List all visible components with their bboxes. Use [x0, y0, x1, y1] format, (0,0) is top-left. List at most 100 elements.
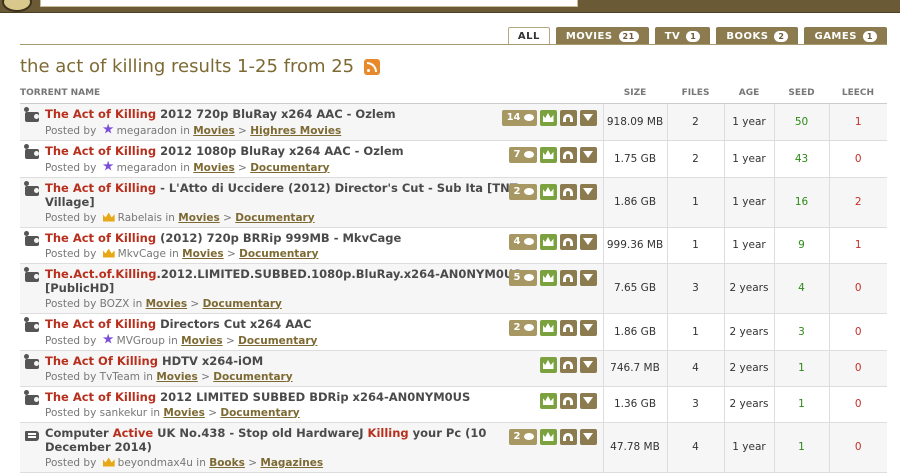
magnet-button[interactable] — [559, 319, 577, 336]
uploader-name[interactable]: TvTeam — [100, 371, 140, 383]
torrent-title-link[interactable]: The Act of Killing 2012 LIMITED SUBBED B… — [45, 390, 525, 404]
download-button[interactable] — [579, 392, 597, 409]
category-link[interactable]: Movies — [181, 335, 222, 347]
col-torrent-name[interactable]: TORRENT NAME — [20, 84, 603, 104]
comments-button[interactable]: 7 — [508, 146, 537, 163]
category-link[interactable]: Movies — [193, 125, 234, 137]
subcategory-link[interactable]: Documentary — [239, 248, 318, 260]
verified-button[interactable] — [539, 319, 557, 336]
seed-cell: 3 — [773, 313, 829, 351]
download-button[interactable] — [579, 233, 597, 250]
subcategory-link[interactable]: Documentary — [203, 298, 282, 310]
torrent-title-link[interactable]: The Act of Killing - L'Atto di Uccidere … — [45, 181, 525, 209]
category-link[interactable]: Books — [209, 457, 245, 469]
magnet-button[interactable] — [559, 428, 577, 445]
tab-tv[interactable]: TV 1 — [654, 27, 711, 45]
comments-button[interactable]: 2 — [508, 319, 537, 336]
torrent-title-link[interactable]: The Act of Killing 2012 1080p BluRay x26… — [45, 144, 525, 158]
files-cell: 3 — [666, 263, 724, 314]
search-input[interactable] — [40, 0, 578, 7]
uploader-name[interactable]: beyondmax4u — [118, 457, 193, 469]
magnet-icon — [563, 187, 573, 196]
download-button[interactable] — [579, 428, 597, 445]
crown-icon — [542, 273, 554, 282]
tab-all[interactable]: ALL — [507, 27, 550, 45]
site-logo[interactable] — [2, 0, 32, 12]
subcategory-link[interactable]: Documentary — [213, 371, 292, 383]
verified-button[interactable] — [539, 356, 557, 373]
comments-button[interactable]: 2 — [508, 428, 537, 445]
magnet-button[interactable] — [559, 392, 577, 409]
magnet-button[interactable] — [559, 356, 577, 373]
magnet-button[interactable] — [559, 109, 577, 126]
subcategory-link[interactable]: Documentary — [235, 212, 314, 224]
download-button[interactable] — [579, 319, 597, 336]
tab-movies[interactable]: MOVIES 21 — [555, 27, 649, 45]
size-cell: 1.75 GB — [602, 140, 667, 178]
uploader-name[interactable]: megaradon — [117, 162, 177, 174]
torrent-title-link[interactable]: The Act of Killing 2012 720p BluRay x264… — [45, 107, 525, 121]
magnet-icon — [563, 237, 573, 246]
uploader-name[interactable]: MkvCage — [118, 248, 166, 260]
leech-cell: 0 — [828, 350, 887, 387]
download-button[interactable] — [579, 356, 597, 373]
torrent-title-link[interactable]: The Act of Killing Directors Cut x264 AA… — [45, 317, 525, 331]
verified-button[interactable] — [539, 269, 557, 286]
magnet-button[interactable] — [559, 269, 577, 286]
category-link[interactable]: Movies — [156, 371, 197, 383]
col-seed[interactable]: SEED — [774, 84, 829, 104]
comments-button[interactable]: 14 — [501, 109, 537, 126]
uploader-name[interactable]: MVGroup — [117, 335, 165, 347]
uploader-name[interactable]: megaradon — [117, 125, 177, 137]
download-button[interactable] — [579, 183, 597, 200]
comment-count: 2 — [513, 186, 521, 197]
col-size[interactable]: SIZE — [603, 84, 667, 104]
verified-button[interactable] — [539, 109, 557, 126]
comments-button[interactable]: 4 — [508, 233, 537, 250]
torrent-cell: The Act of Killing 2012 720p BluRay x264… — [20, 103, 603, 141]
col-age[interactable]: AGE — [724, 84, 774, 104]
comments-button[interactable]: 2 — [508, 183, 537, 200]
magnet-button[interactable] — [559, 146, 577, 163]
col-leech[interactable]: LEECH — [829, 84, 887, 104]
verified-button[interactable] — [539, 392, 557, 409]
tab-books[interactable]: BOOKS 2 — [716, 27, 799, 45]
uploader-name[interactable]: Rabelais — [118, 212, 162, 224]
in-label: in — [143, 370, 153, 383]
verified-button[interactable] — [539, 183, 557, 200]
comments-button[interactable]: 5 — [508, 269, 537, 286]
category-link[interactable]: Movies — [193, 162, 234, 174]
torrent-title-link[interactable]: The Act Of Killing HDTV x264-iOM — [45, 354, 525, 368]
tab-games[interactable]: GAMES 1 — [804, 27, 887, 45]
in-label: in — [196, 456, 206, 469]
table-header-row: TORRENT NAME SIZE FILES AGE SEED LEECH — [20, 84, 887, 104]
seed-cell: 1 — [773, 386, 829, 423]
subcategory-link[interactable]: Highres Movies — [250, 125, 341, 137]
magnet-button[interactable] — [559, 233, 577, 250]
verified-button[interactable] — [539, 146, 557, 163]
subcategory-link[interactable]: Documentary — [220, 407, 299, 419]
subcategory-link[interactable]: Magazines — [260, 457, 323, 469]
magnet-button[interactable] — [559, 183, 577, 200]
category-link[interactable]: Movies — [178, 212, 219, 224]
download-button[interactable] — [579, 109, 597, 126]
speech-bubble-icon — [523, 238, 534, 245]
torrent-title-link[interactable]: Computer Active UK No.438 - Stop old Har… — [45, 426, 525, 454]
rss-icon[interactable] — [364, 58, 381, 75]
category-link[interactable]: Movies — [146, 298, 187, 310]
verified-button[interactable] — [539, 428, 557, 445]
subcategory-link[interactable]: Documentary — [250, 162, 329, 174]
category-link[interactable]: Movies — [182, 248, 223, 260]
subcategory-link[interactable]: Documentary — [238, 335, 317, 347]
title-segment: Active — [112, 425, 154, 440]
download-button[interactable] — [579, 146, 597, 163]
col-files[interactable]: FILES — [667, 84, 724, 104]
verified-button[interactable] — [539, 233, 557, 250]
uploader-name[interactable]: BOZX — [100, 298, 130, 310]
download-button[interactable] — [579, 269, 597, 286]
category-link[interactable]: Movies — [163, 407, 204, 419]
torrent-title-link[interactable]: The.Act.of.Killing.2012.LIMITED.SUBBED.1… — [45, 267, 525, 295]
torrent-title-link[interactable]: The Act of Killing (2012) 720p BRRip 999… — [45, 231, 525, 245]
results-title: the act of killing results 1-25 from 25 — [20, 56, 355, 77]
uploader-name[interactable]: sankekur — [100, 407, 147, 419]
